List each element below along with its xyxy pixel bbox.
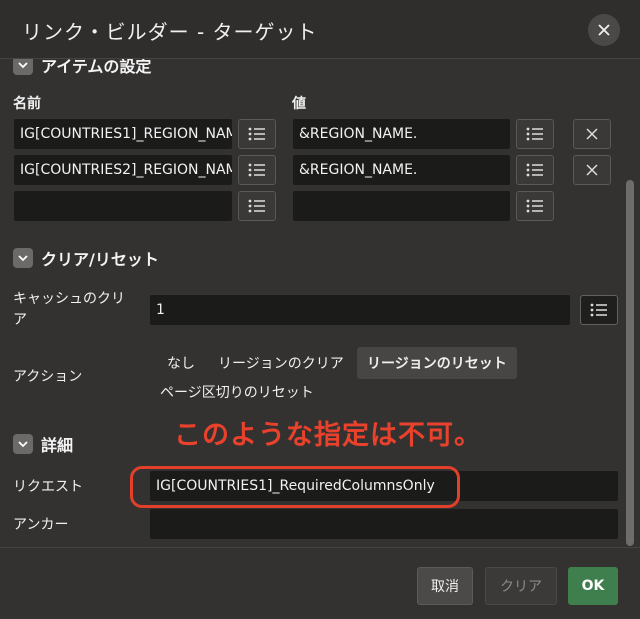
item-name-input[interactable]: IG[COUNTRIES2]_REGION_NAM — [14, 155, 232, 185]
item-name-input[interactable]: IG[COUNTRIES1]_REGION_NAM — [14, 119, 232, 149]
detail-section-title: 詳細 — [41, 436, 74, 455]
action-option-clear-region[interactable]: リージョンのクリア — [208, 347, 354, 379]
item-name-lov-button[interactable] — [238, 119, 276, 149]
action-option-none[interactable]: なし — [157, 347, 205, 379]
cache-clear-label: キャッシュのクリア — [13, 291, 125, 328]
anchor-label: アンカー — [13, 517, 69, 533]
item-value-input[interactable]: &REGION_NAME. — [293, 155, 510, 185]
close-button[interactable] — [588, 14, 620, 46]
clear-section-title: クリア/リセット — [41, 250, 159, 269]
list-icon — [248, 199, 265, 213]
cache-clear-lov-button[interactable] — [580, 295, 618, 325]
list-icon — [526, 127, 543, 141]
close-icon — [586, 128, 598, 140]
scrollbar-thumb[interactable] — [626, 180, 634, 546]
detail-section-header[interactable]: 詳細 — [13, 432, 73, 456]
annotation-highlight — [130, 466, 460, 508]
action-option-reset-pagination[interactable]: ページ区切りのリセット — [150, 376, 324, 408]
clear-button[interactable]: クリア — [485, 567, 557, 605]
action-option-reset-region[interactable]: リージョンのリセット — [357, 347, 517, 379]
list-icon — [248, 127, 265, 141]
clear-section-header[interactable]: クリア/リセット — [13, 246, 159, 270]
cache-clear-input[interactable]: 1 — [150, 295, 570, 325]
dialog-footer: 取消 クリア OK — [0, 547, 640, 619]
chevron-down-icon — [13, 434, 33, 454]
ok-button[interactable]: OK — [568, 567, 618, 605]
items-section-header[interactable]: アイテムの設定 — [13, 59, 151, 77]
list-icon — [590, 303, 607, 317]
dialog-title: リンク・ビルダー - ターゲット — [22, 20, 318, 44]
link-builder-dialog: リンク・ビルダー - ターゲット アイテムの設定 名前 値 IG[COUNTRI… — [0, 0, 640, 619]
close-icon — [598, 24, 610, 36]
item-value-input[interactable] — [293, 191, 510, 221]
close-icon — [586, 164, 598, 176]
annotation-text: このような指定は不可。 — [174, 420, 482, 451]
action-label: アクション — [13, 369, 83, 385]
list-icon — [248, 163, 265, 177]
chevron-down-icon — [13, 248, 33, 268]
item-value-input[interactable]: &REGION_NAME. — [293, 119, 510, 149]
anchor-input[interactable] — [150, 509, 618, 539]
list-icon — [526, 199, 543, 213]
cancel-button[interactable]: 取消 — [417, 567, 473, 605]
item-value-lov-button[interactable] — [516, 155, 554, 185]
items-section-title: アイテムの設定 — [41, 59, 152, 76]
item-name-lov-button[interactable] — [238, 191, 276, 221]
remove-row-button[interactable] — [573, 119, 611, 149]
value-column-header: 値 — [292, 96, 306, 112]
remove-row-button[interactable] — [573, 155, 611, 185]
item-value-lov-button[interactable] — [516, 191, 554, 221]
request-label: リクエスト — [13, 479, 83, 495]
dialog-titlebar: リンク・ビルダー - ターゲット — [0, 0, 640, 59]
item-name-input[interactable] — [14, 191, 232, 221]
chevron-down-icon — [13, 59, 33, 75]
list-icon — [526, 163, 543, 177]
item-value-lov-button[interactable] — [516, 119, 554, 149]
name-column-header: 名前 — [13, 96, 41, 112]
item-name-lov-button[interactable] — [238, 155, 276, 185]
